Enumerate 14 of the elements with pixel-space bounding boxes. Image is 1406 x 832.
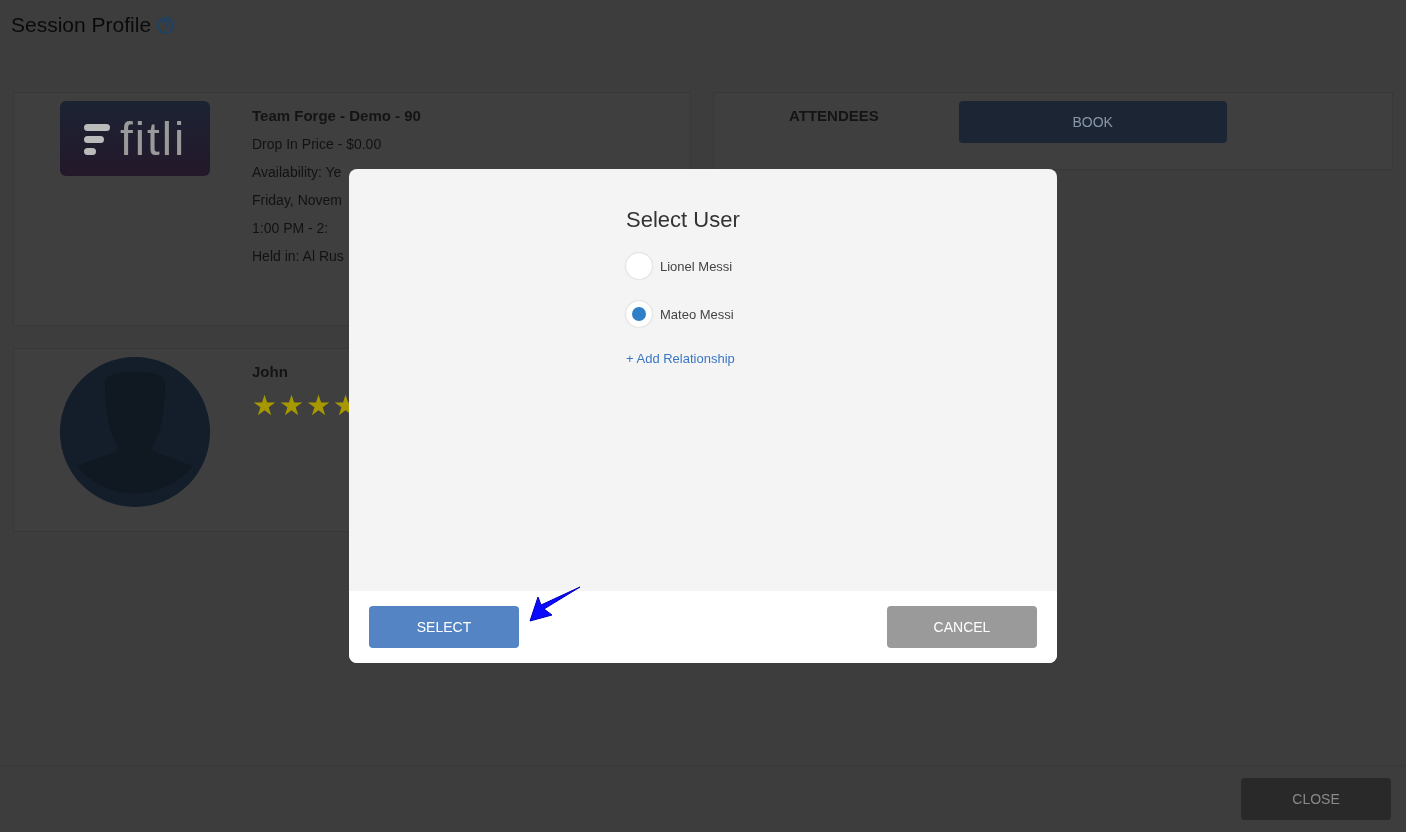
pointer-arrow	[528, 585, 582, 623]
avatar-icon	[60, 357, 210, 507]
logo: fitli	[60, 101, 210, 176]
help-icon[interactable]	[157, 16, 175, 34]
select-button[interactable]: SELECT	[369, 606, 519, 648]
user-name[interactable]: Mateo Messi	[660, 306, 734, 322]
user-name[interactable]: Lionel Messi	[660, 258, 733, 274]
close-button[interactable]: CLOSE	[1241, 778, 1391, 820]
add-relationship-link[interactable]: + Add Relationship	[626, 351, 735, 366]
dialog-title: Select User	[626, 207, 741, 233]
cancel-button[interactable]: CANCEL	[887, 606, 1037, 648]
radio-button[interactable]	[626, 253, 652, 279]
radio-button[interactable]	[626, 301, 652, 327]
book-button[interactable]: BOOK	[958, 101, 1227, 143]
